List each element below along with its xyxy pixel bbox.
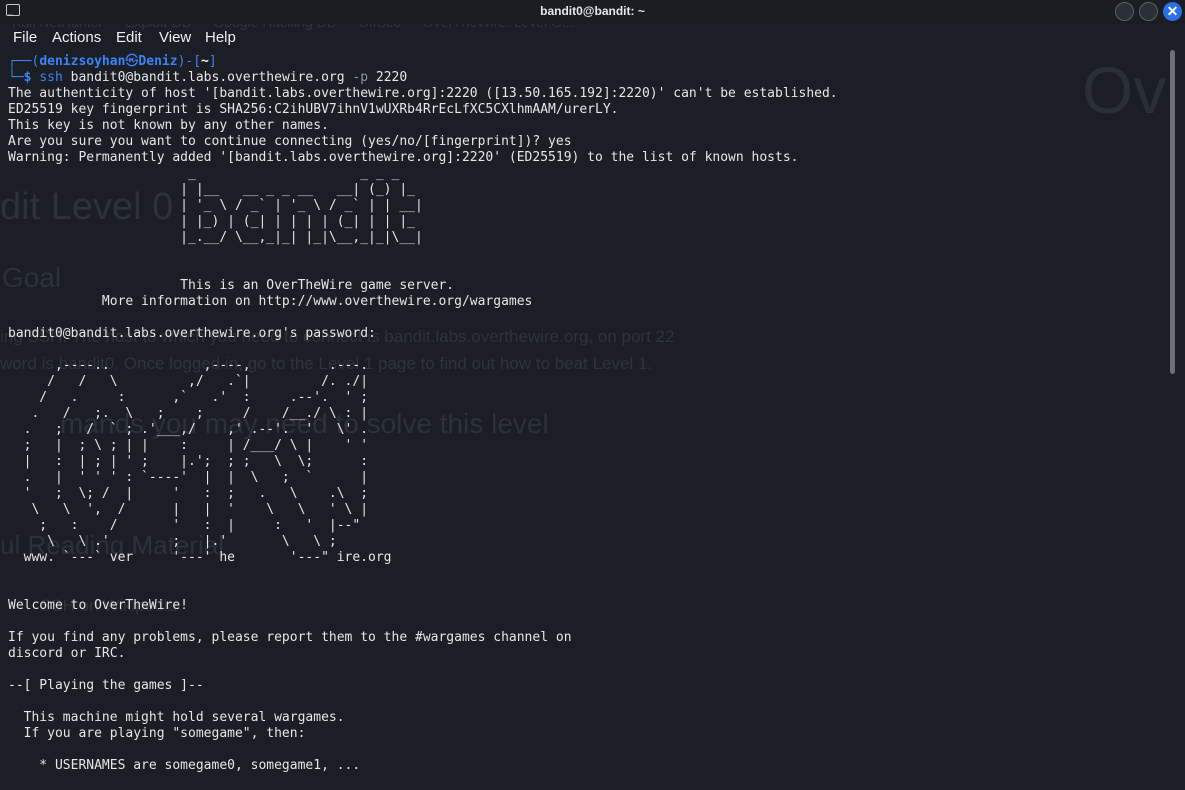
menu-help[interactable]: Help [205, 26, 255, 50]
otw-art-line: / / \ ,/ .`| /. ./| [8, 374, 369, 389]
terminal-output[interactable]: ┌──(denizsoyhan㉿Deniz)-[~] └─$ ssh bandi… [8, 54, 1168, 774]
otw-art-line: ,----.. ,----, .---. [8, 358, 369, 373]
menu-edit[interactable]: Edit [116, 26, 159, 50]
otw-art-line: . ; / ` ; .'___,/ ,' .--'. ' \' . [8, 422, 369, 437]
banner-line: | |_) | (_| | | | | (_| | | |_ [8, 214, 415, 229]
menu-actions[interactable]: Actions [52, 26, 116, 50]
banner-line: _ _ _ _ [8, 166, 400, 181]
output-line: This key is not known by any other names… [8, 118, 329, 133]
output-line: If you find any problems, please report … [8, 630, 572, 645]
prompt-at: ㉿ [125, 54, 139, 69]
prompt-user: denizsoyhan [39, 54, 126, 69]
minimize-button[interactable] [1115, 2, 1134, 21]
output-line: Warning: Permanently added '[bandit.labs… [8, 150, 799, 165]
output-line: * USERNAMES are somegame0, somegame1, ..… [8, 758, 361, 773]
output-line: The authenticity of host '[bandit.labs.o… [8, 86, 838, 101]
otw-art-line: . / ;. \ ; ; / /__./ \ : | [8, 406, 369, 421]
otw-art-line: www. `---` ver '---' he '---" ire.org [8, 550, 392, 565]
menu-file[interactable]: File [13, 26, 52, 50]
prompt-decoration: )-[ [177, 54, 202, 69]
command-flag: -p [352, 70, 369, 85]
output-line: This machine might hold several wargames… [8, 710, 345, 725]
output-line: --[ Playing the games ]-- [8, 678, 204, 693]
output-line: ED25519 key fingerprint is SHA256:C2ihUB… [8, 102, 619, 117]
output-line: This is an OverTheWire game server. [8, 278, 455, 293]
close-button[interactable]: ✕ [1163, 2, 1182, 21]
scrollbar-thumb[interactable] [1170, 50, 1175, 374]
output-line: Welcome to OverTheWire! [8, 598, 189, 613]
prompt-decoration: └─ [8, 70, 24, 85]
maximize-button[interactable] [1139, 2, 1158, 21]
otw-art-line: \ \ .' ; |.' \ \ ; [8, 534, 337, 549]
prompt-decoration: ┌──( [8, 54, 40, 69]
otw-art-line: ; | ; \ ; | | : | /___/ \ | ' ' [8, 438, 369, 453]
otw-art-line: ' ; \; / | ' : ; . \ .\ ; [8, 486, 369, 501]
window-title: bandit0@bandit: ~ [540, 4, 645, 18]
prompt-line: ┌──(denizsoyhan㉿Deniz)-[~] [8, 54, 1168, 70]
otw-art-line: | : | ; | ' ; |.'; ; ; \ \; : [8, 454, 369, 469]
prompt-decoration: ] [208, 54, 217, 69]
otw-art-line: \ \ ', / | | ' \ \ ' \ | [8, 502, 369, 517]
command-name: ssh [39, 70, 63, 85]
banner-line: | '_ \ / _` | '_ \ / _` | | __| [8, 198, 423, 213]
prompt-dir: ~ [201, 54, 209, 69]
otw-art-line: ; : / ' : | : ' |--" [8, 518, 361, 533]
prompt-dollar: $ [23, 70, 40, 85]
menu-bar: File Actions Edit View Help [0, 26, 255, 50]
banner-line: | |__ __ _ _ __ __| (_) |_ [8, 182, 415, 197]
command-port: 2220 [368, 70, 408, 85]
menu-view[interactable]: View [159, 26, 205, 50]
output-line: If you are playing "somegame", then: [8, 726, 306, 741]
prompt-host: Deniz [138, 54, 178, 69]
window-titlebar[interactable]: _ bandit0@bandit: ~ ✕ [0, 0, 1185, 24]
command-args: bandit0@bandit.labs.overthewire.org [62, 70, 353, 85]
command-line: └─$ ssh bandit0@bandit.labs.overthewire.… [8, 70, 1168, 86]
otw-art-line: / . : ,` .' : .--'. ' ; [8, 390, 369, 405]
output-line: More information on http://www.overthewi… [8, 294, 533, 309]
password-prompt: bandit0@bandit.labs.overthewire.org's pa… [8, 326, 376, 341]
banner-line: |_.__/ \__,_|_| |_|\__,_|_|\__| [8, 230, 423, 245]
output-line: discord or IRC. [8, 646, 126, 661]
output-line: Are you sure you want to continue connec… [8, 134, 572, 149]
otw-art-line: . | ' ' ' : `----' | | \ ; ` | [8, 470, 369, 485]
